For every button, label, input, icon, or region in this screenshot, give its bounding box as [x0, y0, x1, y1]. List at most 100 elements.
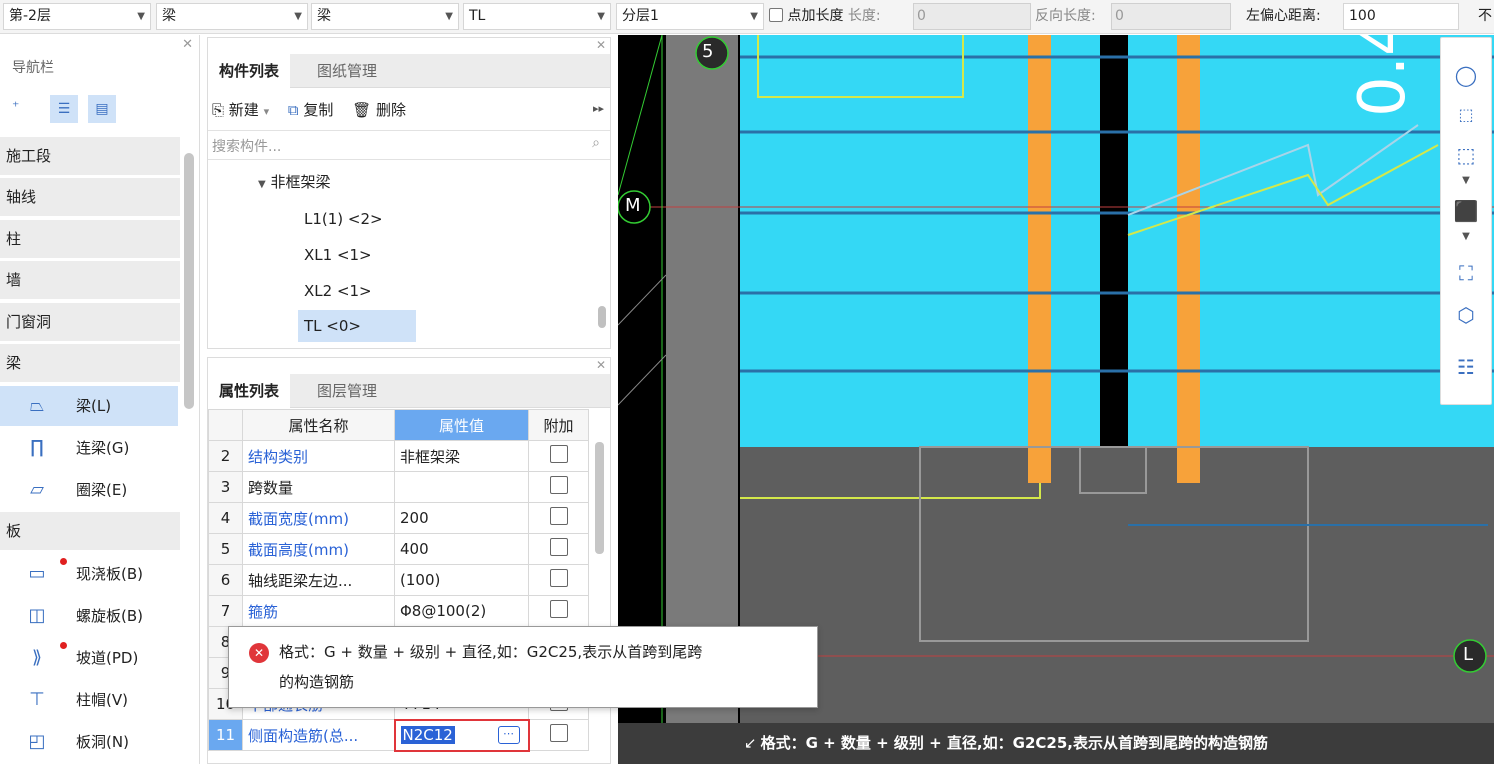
- status-bar: ↙ 格式：G + 数量 + 级别 + 直径,如：G2C25,表示从首跨到尾跨的构造…: [618, 723, 1494, 764]
- row-value[interactable]: (100): [394, 564, 529, 596]
- tab-component-list[interactable]: 构件列表: [208, 54, 291, 88]
- nav-scrollbar[interactable]: [184, 153, 194, 409]
- search-box[interactable]: 搜索构件... ⌕: [208, 130, 610, 160]
- nav-item-ramp[interactable]: ⟫ 坡道(PD): [0, 638, 178, 678]
- nav-category-column[interactable]: 柱: [0, 220, 180, 258]
- tab-layer-manager[interactable]: 图层管理: [306, 374, 388, 408]
- table-row[interactable]: 4 截面宽度(mm) 200: [208, 502, 589, 534]
- table-row[interactable]: 6 轴线距梁左边... (100): [208, 564, 589, 596]
- row-value[interactable]: Φ8@100(2): [394, 595, 529, 627]
- search-input[interactable]: 搜索构件...: [212, 136, 281, 156]
- orbit-icon[interactable]: ◯: [1451, 60, 1481, 90]
- tree-group-non-frame-beam[interactable]: ▼ 非框架梁: [258, 171, 331, 192]
- length-input[interactable]: 0: [913, 3, 1031, 30]
- tree-item[interactable]: XL1 <1>: [298, 244, 378, 266]
- more-icon[interactable]: ⋯: [497, 725, 520, 744]
- close-icon[interactable]: ✕: [596, 358, 606, 372]
- extra-checkbox[interactable]: [549, 538, 568, 556]
- box-select-icon[interactable]: ⬡: [1451, 300, 1481, 330]
- layer-select[interactable]: 分层1 ▼: [616, 3, 764, 30]
- cast-slab-icon: ▭: [28, 563, 46, 584]
- display-settings-icon[interactable]: ☷: [1451, 352, 1481, 382]
- nav-category-slab[interactable]: 板: [0, 512, 180, 550]
- list-view-icon[interactable]: ☰: [50, 95, 78, 123]
- component-select[interactable]: TL ▼: [463, 3, 611, 30]
- chevron-down-icon[interactable]: ▼: [1451, 230, 1481, 244]
- search-icon[interactable]: ⌕: [592, 135, 600, 151]
- extra-checkbox[interactable]: [549, 600, 568, 618]
- column-cap-icon: ⊤: [29, 689, 45, 710]
- nav-item-cast-slab[interactable]: ▭ 现浇板(B): [0, 554, 178, 594]
- detail-view-icon[interactable]: ▤: [88, 95, 116, 123]
- extra-checkbox[interactable]: [549, 445, 568, 463]
- nav-view-toggles: ⁺ ☰ ▤: [10, 95, 120, 127]
- left-offset-input[interactable]: 100: [1343, 3, 1459, 30]
- nav-item-spiral-slab[interactable]: ◫ 螺旋板(B): [0, 596, 178, 636]
- fit-view-icon[interactable]: ⛶: [1451, 258, 1481, 288]
- extra-checkbox[interactable]: [549, 724, 568, 742]
- add-length-option[interactable]: 点加长度 长度:: [769, 3, 881, 30]
- axis-label-m: M: [625, 195, 641, 216]
- cube-icon[interactable]: ⬚: [1451, 140, 1481, 170]
- row-num: 11: [208, 719, 243, 751]
- tree-item[interactable]: XL2 <1>: [298, 280, 378, 302]
- collapse-icon[interactable]: ↙: [744, 734, 757, 752]
- ring-beam-icon: ▱: [30, 479, 44, 500]
- close-icon[interactable]: ✕: [182, 37, 193, 52]
- nav-category-beam[interactable]: 梁: [0, 344, 180, 382]
- tab-drawing-manager[interactable]: 图纸管理: [306, 54, 388, 88]
- row-num: 6: [208, 564, 243, 596]
- header-value: 属性值: [394, 409, 529, 441]
- element-subtype-select[interactable]: 梁 ▼: [311, 3, 459, 30]
- reverse-length-label: 反向长度:: [1035, 8, 1096, 24]
- nav-item-link-beam[interactable]: ∏ 连梁(G): [0, 428, 178, 468]
- extra-checkbox[interactable]: [549, 507, 568, 525]
- table-row[interactable]: 5 截面高度(mm) 400: [208, 533, 589, 565]
- row-value[interactable]: [394, 471, 529, 503]
- nav-category-construction[interactable]: 施工段: [0, 137, 180, 175]
- extra-checkbox[interactable]: [549, 476, 568, 494]
- element-type-select[interactable]: 梁 ▼: [156, 3, 308, 30]
- nav-item-beam[interactable]: ⏢ 梁(L): [0, 386, 178, 426]
- floor-select[interactable]: 第-2层 ▼: [3, 3, 151, 30]
- add-icon[interactable]: ⁺: [12, 99, 19, 115]
- table-row-active[interactable]: 11 侧面构造筋(总... N2C12 ⋯: [208, 718, 589, 752]
- chevron-down-icon: ▼: [597, 11, 605, 22]
- row-value[interactable]: 非框架梁: [394, 440, 529, 472]
- delete-button[interactable]: 🗑 删除: [352, 101, 406, 119]
- tree-item[interactable]: L1(1) <2>: [298, 208, 389, 230]
- table-row[interactable]: 7 箍筋 Φ8@100(2): [208, 595, 589, 627]
- row-name: 侧面构造筋(总...: [242, 719, 395, 751]
- header-name: 属性名称: [242, 409, 395, 441]
- new-button[interactable]: ⎘ 新建 ▾: [212, 101, 269, 119]
- extra-checkbox[interactable]: [549, 569, 568, 587]
- close-icon[interactable]: ✕: [596, 38, 606, 52]
- row-value[interactable]: 200: [394, 502, 529, 534]
- solid-cube-icon[interactable]: ⬛: [1451, 196, 1481, 226]
- table-row[interactable]: 2 结构类别 非框架梁: [208, 440, 589, 472]
- error-icon: ✕: [249, 643, 269, 663]
- nav-item-column-cap[interactable]: ⊤ 柱帽(V): [0, 680, 178, 720]
- table-row[interactable]: 3 跨数量: [208, 471, 589, 503]
- 3d-view-icon[interactable]: ⬚: [1451, 100, 1481, 130]
- tooltip-line-2: 的构造钢筋: [279, 673, 355, 691]
- add-length-checkbox[interactable]: [769, 8, 783, 22]
- tree-scrollbar[interactable]: [598, 306, 606, 328]
- tab-property-list[interactable]: 属性列表: [208, 374, 291, 408]
- rebar-value-input[interactable]: N2C12 ⋯: [393, 718, 530, 752]
- chevron-down-icon: ▼: [750, 11, 758, 22]
- copy-button[interactable]: ⧉ 复制: [288, 101, 334, 119]
- tree-item-selected[interactable]: TL <0>: [298, 310, 416, 342]
- nav-category-opening[interactable]: 门窗洞: [0, 303, 180, 341]
- row-name: 结构类别: [242, 440, 395, 472]
- nav-category-axis[interactable]: 轴线: [0, 178, 180, 216]
- property-scrollbar[interactable]: [595, 442, 604, 554]
- nav-category-wall[interactable]: 墙: [0, 261, 180, 299]
- nav-item-slab-hole[interactable]: ◰ 板洞(N): [0, 722, 178, 762]
- more-icon[interactable]: ▸▸: [593, 102, 604, 115]
- nav-item-ring-beam[interactable]: ▱ 圈梁(E): [0, 470, 178, 510]
- reverse-length-input[interactable]: 0: [1111, 3, 1231, 30]
- spiral-slab-icon: ◫: [28, 605, 46, 626]
- chevron-down-icon[interactable]: ▼: [1451, 174, 1481, 188]
- row-value[interactable]: 400: [394, 533, 529, 565]
